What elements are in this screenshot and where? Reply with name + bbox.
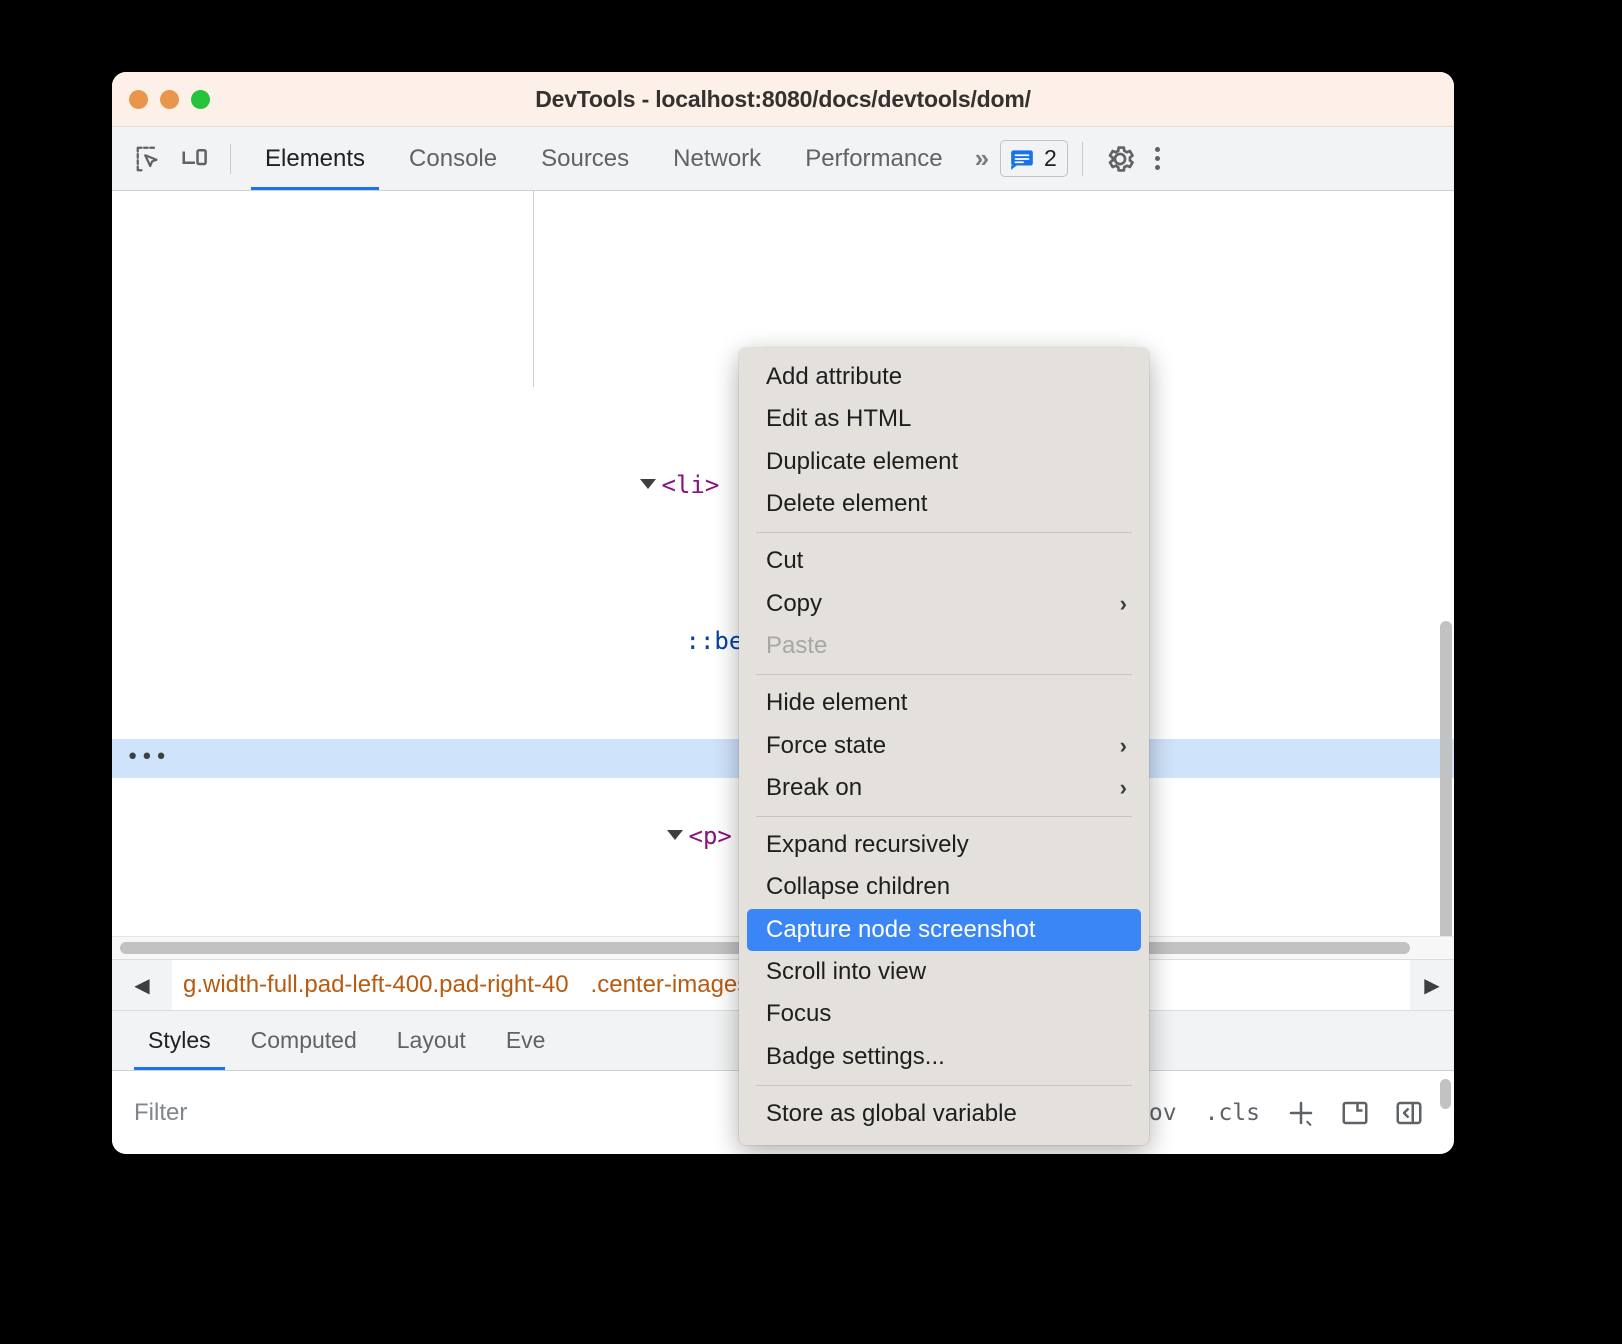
context-menu: Add attribute Edit as HTML Duplicate ele… — [739, 348, 1149, 1146]
tab-console[interactable]: Console — [387, 127, 519, 190]
dom-row-p-label: <p> — [688, 822, 732, 850]
context-menu-item-capture-node-screenshot[interactable]: Capture node screenshot — [747, 908, 1141, 951]
issues-badge[interactable]: 2 — [1000, 140, 1068, 177]
context-menu-item-force-state[interactable]: Force state › — [739, 724, 1149, 766]
context-menu-item-copy-label: Copy — [766, 589, 823, 617]
context-menu-item-collapse-children[interactable]: Collapse children — [739, 866, 1149, 908]
expand-triangle-icon[interactable] — [639, 479, 656, 489]
tab-computed[interactable]: Computed — [231, 1011, 377, 1070]
tab-event-listeners[interactable]: Eve — [486, 1011, 566, 1070]
breadcrumb-scroll-right-icon[interactable]: ▶ — [1410, 960, 1454, 1010]
toggle-element-classes-button[interactable]: .cls — [1191, 1100, 1274, 1126]
context-menu-item-hide-element[interactable]: Hide element — [739, 682, 1149, 724]
context-menu-item-edit-as-html[interactable]: Edit as HTML — [739, 398, 1149, 440]
context-menu-item-focus[interactable]: Focus — [739, 993, 1149, 1035]
breadcrumb-item-center-images[interactable]: .center-images — [580, 960, 761, 1010]
gear-icon[interactable] — [1097, 136, 1143, 182]
expand-triangle-icon[interactable] — [666, 830, 683, 840]
chevron-right-icon: › — [1119, 774, 1127, 800]
breadcrumb-scroll-left-icon[interactable]: ◀ — [112, 960, 172, 1010]
context-menu-item-paste: Paste — [766, 631, 828, 659]
context-menu-item-add-attribute[interactable]: Add attribute — [739, 356, 1149, 398]
inspect-element-icon[interactable] — [126, 136, 172, 182]
toolbar-divider-right — [1081, 141, 1083, 176]
row-more-icon[interactable]: ••• — [126, 747, 169, 769]
device-toolbar-icon[interactable] — [172, 136, 218, 182]
tab-network-label: Network — [673, 144, 762, 172]
tab-sources-label: Sources — [541, 144, 630, 172]
tab-event-listeners-label: Eve — [505, 1027, 546, 1053]
dom-row-li-open-label: <li> — [661, 471, 720, 499]
context-menu-separator — [756, 1084, 1132, 1086]
window-title: DevTools - localhost:8080/docs/devtools/… — [535, 85, 1031, 112]
context-menu-item-delete-element[interactable]: Delete element — [739, 483, 1149, 525]
context-menu-separator — [756, 532, 1132, 534]
issues-message-icon — [1011, 149, 1033, 170]
styles-pane-scrollbar[interactable] — [1440, 1079, 1451, 1109]
new-style-rule-icon[interactable] — [1328, 1098, 1382, 1128]
context-menu-item-scroll-into-view[interactable]: Scroll into view — [739, 951, 1149, 993]
context-menu-item-duplicate-element[interactable]: Duplicate element — [739, 441, 1149, 483]
context-menu-separator — [756, 815, 1132, 817]
context-menu-item-break-on[interactable]: Break on › — [739, 767, 1149, 809]
tab-layout[interactable]: Layout — [377, 1011, 486, 1070]
window-titlebar: DevTools - localhost:8080/docs/devtools/… — [112, 72, 1454, 127]
devtools-toolbar: Elements Console Sources Network Perform… — [112, 127, 1454, 191]
dom-tree-vertical-scrollbar[interactable] — [1440, 621, 1452, 941]
context-menu-item-expand-recursively[interactable]: Expand recursively — [739, 824, 1149, 866]
tab-styles-label: Styles — [148, 1027, 211, 1053]
context-menu-item-copy[interactable]: Copy › — [739, 582, 1149, 624]
tab-elements-label: Elements — [265, 144, 366, 172]
context-menu-item-break-on-label: Break on — [766, 773, 863, 801]
tree-guide-line — [533, 191, 534, 387]
devtools-window: DevTools - localhost:8080/docs/devtools/… — [112, 72, 1454, 1154]
chevron-right-icon: › — [1119, 590, 1127, 616]
tab-performance-label: Performance — [805, 144, 943, 172]
context-menu-item-force-state-label: Force state — [766, 731, 887, 759]
breadcrumb-item-section[interactable]: g.width-full.pad-left-400.pad-right-40 — [172, 960, 580, 1010]
plus-icon[interactable] — [1274, 1098, 1328, 1128]
more-options-icon[interactable] — [1143, 147, 1172, 170]
tab-network[interactable]: Network — [651, 127, 783, 190]
context-menu-item-store-as-global-variable[interactable]: Store as global variable — [739, 1093, 1149, 1135]
tab-styles[interactable]: Styles — [128, 1011, 231, 1070]
tab-sources[interactable]: Sources — [519, 127, 651, 190]
panel-tabs: Elements Console Sources Network Perform… — [243, 127, 965, 190]
tab-layout-label: Layout — [396, 1027, 466, 1053]
tab-elements[interactable]: Elements — [243, 127, 387, 190]
tab-computed-label: Computed — [250, 1027, 357, 1053]
issues-count: 2 — [1044, 145, 1057, 171]
tab-console-label: Console — [409, 144, 498, 172]
context-menu-item-badge-settings[interactable]: Badge settings... — [739, 1035, 1149, 1077]
tab-performance[interactable]: Performance — [783, 127, 964, 190]
toggle-sidebar-icon[interactable] — [1382, 1098, 1436, 1128]
chevron-right-icon: › — [1119, 732, 1127, 758]
screenshot-root: DevTools - localhost:8080/docs/devtools/… — [0, 0, 1622, 1344]
context-menu-item-cut[interactable]: Cut — [739, 540, 1149, 582]
more-tabs-icon[interactable]: » — [965, 143, 996, 174]
context-menu-separator — [756, 674, 1132, 676]
toolbar-divider — [230, 143, 231, 174]
